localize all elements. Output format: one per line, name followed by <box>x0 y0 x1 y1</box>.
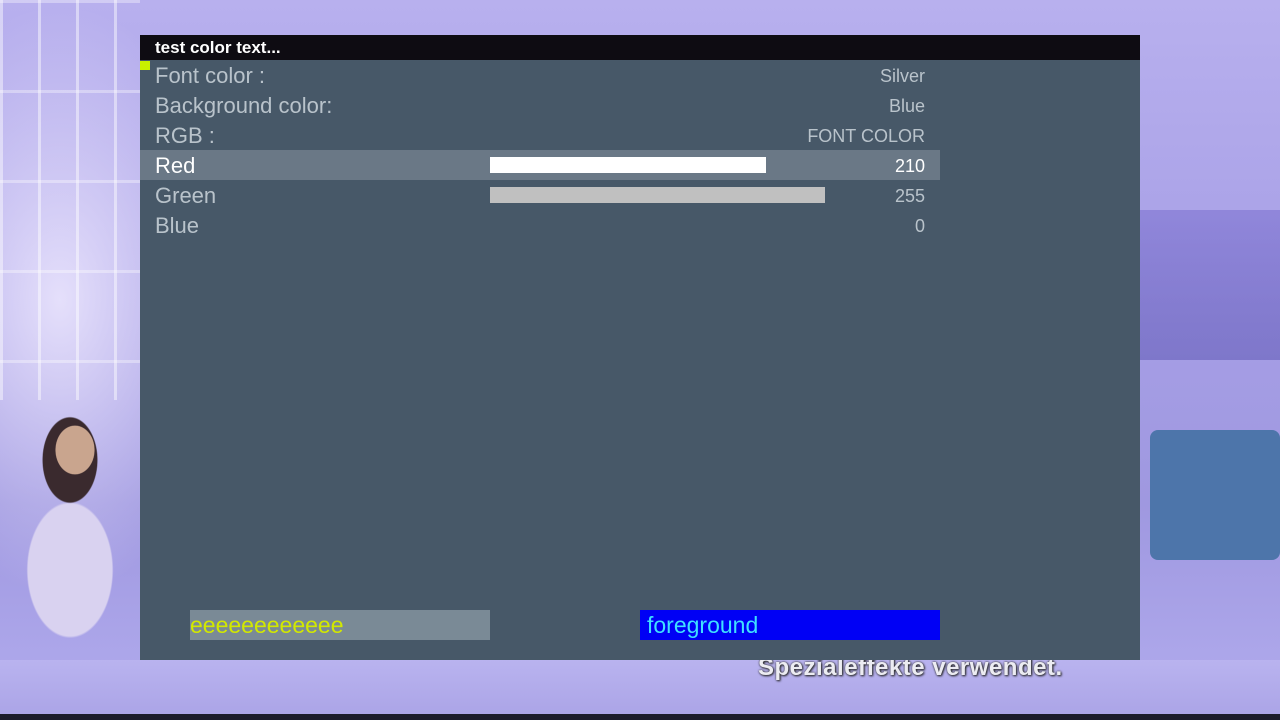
row-label: Blue <box>155 213 200 238</box>
green-level-bar[interactable] <box>490 187 825 203</box>
row-background-color[interactable]: Background color: Blue <box>140 90 940 120</box>
text-color-preview: eeeeeeeeeeee <box>190 610 490 640</box>
row-red-slider[interactable]: Red 210 <box>140 150 940 180</box>
row-rgb-mode[interactable]: RGB : FONT COLOR <box>140 120 940 150</box>
row-blue-slider[interactable]: Blue 0 <box>140 210 940 240</box>
row-value: 255 <box>894 186 925 206</box>
row-value: 210 <box>894 156 925 176</box>
row-green-slider[interactable]: Green 255 <box>140 180 940 210</box>
row-label: Green <box>155 183 217 208</box>
screen-bottom-edge <box>0 714 1280 720</box>
row-label: Background color: <box>155 93 333 118</box>
red-level-bar[interactable] <box>490 157 766 173</box>
foreground-label: foreground <box>647 612 759 638</box>
background-floor <box>0 660 1280 720</box>
row-value: FONT COLOR <box>807 126 925 146</box>
row-value: Blue <box>888 96 925 116</box>
background-cabinet <box>1140 210 1280 360</box>
foreground-preview: foreground <box>640 610 940 640</box>
row-label: Red <box>155 153 196 178</box>
panel-title: test color text... <box>155 38 281 57</box>
row-label: RGB : <box>155 123 215 148</box>
row-value: 0 <box>914 216 925 236</box>
background-girl <box>10 400 120 670</box>
panel-title-bar: test color text... <box>140 35 1140 60</box>
preview-sample-text: eeeeeeeeeeee <box>190 612 344 638</box>
row-label: Font color : <box>155 63 266 88</box>
row-value: Silver <box>879 66 925 86</box>
background-window <box>0 0 140 400</box>
color-settings-panel: test color text... Font color : Silver B… <box>140 35 1140 660</box>
row-font-color[interactable]: Font color : Silver <box>140 60 940 90</box>
background-cushion <box>1150 430 1280 560</box>
